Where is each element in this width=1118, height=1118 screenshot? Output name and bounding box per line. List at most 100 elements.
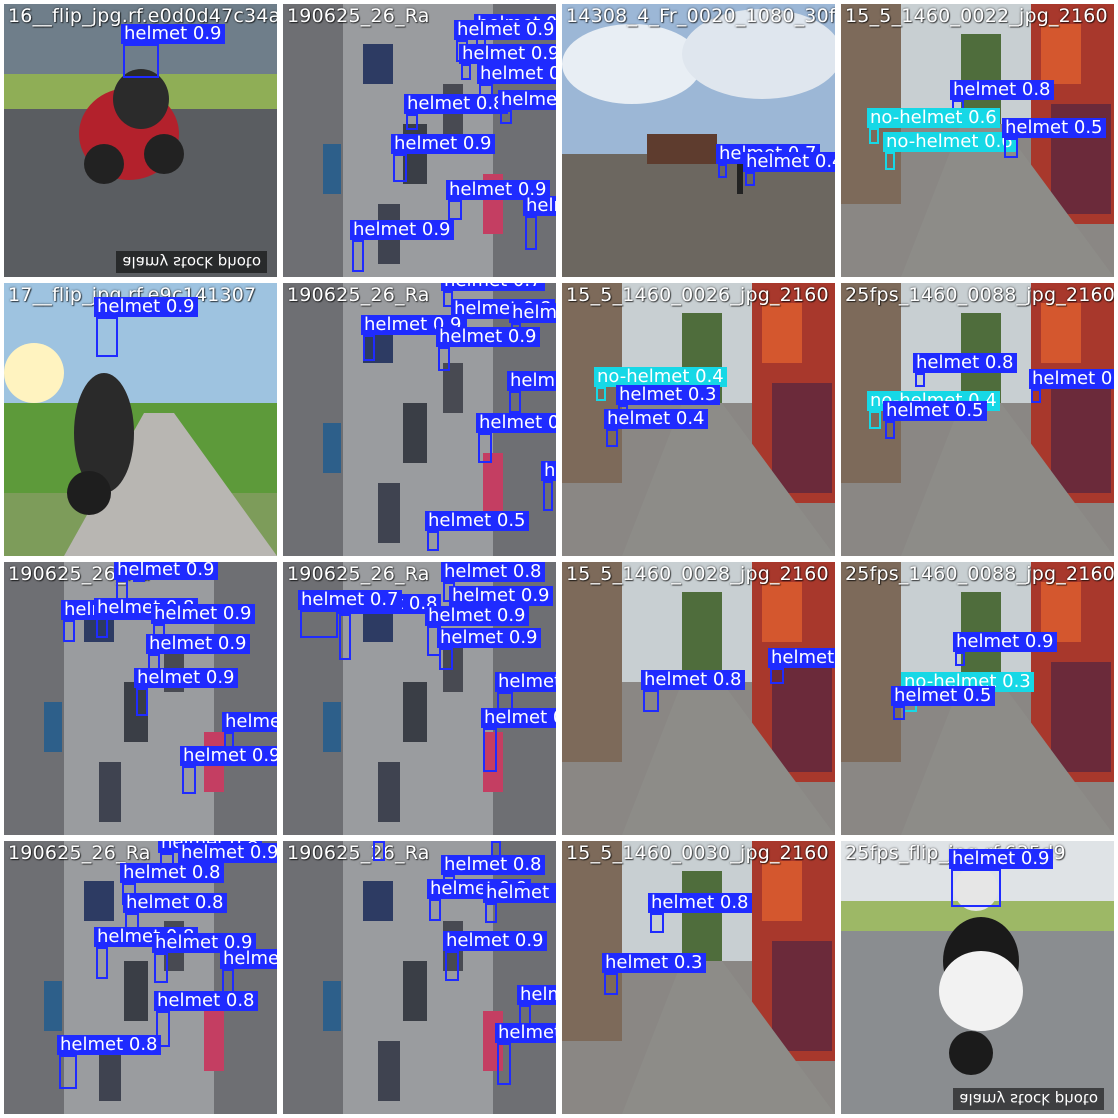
helmet-detection: helmet 0.5 — [425, 511, 529, 551]
detection-box — [885, 421, 895, 439]
detection-label: helmet 0.9 — [350, 220, 454, 240]
detection-label: helmet 0.8 — [641, 670, 745, 690]
result-tile[interactable]: 15_5_1460_0026_jpg_2160 no-helmet 0.4 helm… — [562, 283, 835, 556]
detection-label: helmet 0.3 — [602, 953, 706, 973]
detection-box — [643, 690, 659, 712]
stock-watermark: alamy stock photo — [953, 1088, 1104, 1110]
result-tile[interactable]: 25fps_1460_0088_jpg_2160 helmet 0.8 helmet… — [841, 283, 1114, 556]
tile-filename: 190625_26_Ra — [287, 842, 430, 864]
detection-label: helmet 0.8 — [441, 855, 545, 875]
detection-box — [406, 114, 418, 130]
detection-label: helmet 0.8 — [495, 1023, 556, 1043]
result-tile[interactable]: 190625_26_Rahelmet 0.8helmet 0.9helmet 0… — [283, 562, 556, 835]
helmet-detection: helmet 0.5 — [891, 686, 995, 720]
detection-label: helmet 0.9 — [146, 634, 250, 654]
result-tile[interactable]: 25fps_1460_0088_jpg_2160 helmet 0.9 no-hel… — [841, 562, 1114, 835]
helmet-detection: helmet 0.9 — [134, 668, 238, 716]
result-tile[interactable]: 16__flip_jpg.rf.e0d0d47c34a alamy stock p… — [4, 4, 277, 277]
result-tile[interactable]: 15_5_1460_0028_jpg_2160 helmet 0.8 helmet … — [562, 562, 835, 835]
detection-box — [136, 688, 148, 716]
result-tile[interactable]: 190625_26_Rahelmet 0.8helmet 0.9helmet 0… — [4, 562, 277, 835]
result-tile[interactable]: 190625_26_Rahelmet 0.8helmet 0.9helmet 0… — [283, 4, 556, 277]
tile-filename: 190625_26_Ra — [8, 842, 151, 864]
detection-box — [485, 903, 497, 923]
helmet-detection: helmet 0.9 — [523, 196, 556, 250]
tile-filename: 190625_26_Ra — [287, 563, 430, 585]
helmet-detection: helmet 0.8 — [498, 90, 556, 124]
detection-label: helmet 0.3 — [616, 385, 720, 405]
detection-results-grid: 16__flip_jpg.rf.e0d0d47c34a alamy stock p… — [0, 0, 1118, 1118]
detection-label: helmet 0.9 — [391, 134, 495, 154]
detection-label: helmet 0.8 — [120, 863, 224, 883]
stock-watermark: alamy stock photo — [116, 251, 267, 273]
detection-box — [596, 387, 606, 401]
helmet-detection: helmet 0.9 — [94, 297, 198, 357]
result-tile[interactable]: 17__flip_jpg.rf.e9c141307 helmet 0.9 — [4, 283, 277, 556]
detection-box — [373, 841, 385, 861]
detection-box — [951, 869, 1001, 907]
detection-label: helmet 0.5 — [891, 686, 995, 706]
detection-box — [770, 668, 784, 684]
helmet-detection: helmet 0.8 — [495, 1023, 556, 1085]
detection-label: helmet 0.9 — [437, 628, 541, 648]
detection-label: helmet 0.9 — [436, 327, 540, 347]
detection-label: helmet 0.9 — [523, 196, 556, 216]
detection-box — [439, 648, 453, 670]
detection-box — [154, 953, 168, 983]
scene-image — [562, 562, 835, 835]
no-helmet-detection: no-helmet 0.6 — [883, 132, 1016, 170]
detection-label: helmet 0.8 — [483, 883, 556, 903]
detection-box — [300, 610, 338, 638]
detection-box — [483, 728, 497, 772]
no-helmet-detection: no-helmet 0.6 — [867, 108, 1000, 144]
detection-label: helmet 0.5 — [425, 511, 529, 531]
helmet-detection: helmet 0.8 — [913, 353, 1017, 387]
helmet-detection: helmet 0.8 — [373, 841, 385, 861]
helmet-detection: helmet 0.7 — [298, 590, 402, 638]
helmet-detection: helmet 0.9 — [391, 134, 495, 182]
detection-label: helmet 0.9 — [425, 606, 529, 626]
helmet-detection: helmet 0.9 — [476, 413, 556, 463]
helmet-detection: helmet 0.8 — [94, 927, 198, 979]
detection-label: no-helmet 0.6 — [883, 132, 1016, 152]
result-tile[interactable]: 190625_26_Rahelmet 0.8helmet 0.9helmet 0… — [4, 841, 277, 1114]
detection-label: helmet 0.9 — [222, 712, 277, 732]
detection-label: helmet 0.5 — [1029, 369, 1114, 389]
helmet-detection: helmet 0.9 — [507, 371, 556, 413]
detection-label: helmet 0.3 — [768, 648, 835, 668]
result-tile[interactable]: 14308_4_Fr_0020_1080_30fpshelmet 0.7helm… — [562, 4, 835, 277]
result-tile[interactable]: 190625_26_Rahelmet 0.7helmet 0.8helmet 0… — [283, 283, 556, 556]
detection-label: helmet 0.9 — [114, 562, 218, 580]
helmet-detection: helmet 0.9 — [953, 632, 1057, 666]
detection-label: helmet 0.9 — [121, 24, 225, 44]
detection-box — [461, 64, 471, 80]
detection-label: helmet 0.8 — [498, 90, 556, 110]
detection-box — [427, 531, 439, 551]
detection-box — [650, 913, 664, 933]
detection-box — [123, 44, 159, 78]
detection-label: helmet 0.8 — [481, 708, 556, 728]
detection-box — [1004, 138, 1018, 158]
detection-box — [745, 172, 755, 186]
helmet-detection: helmet 0.5 — [883, 401, 987, 439]
helmet-detection: helmet 0.8 — [61, 600, 165, 642]
helmet-detection: helmet 0.4 — [604, 409, 708, 447]
no-helmet-detection: no-helmet 0.4 — [594, 367, 727, 401]
helmet-detection: helmet 0.8 — [648, 893, 752, 933]
helmet-detection: helmet 0.3 — [602, 953, 706, 995]
helmet-detection: helmet 0.8 — [94, 598, 198, 638]
result-tile[interactable]: 190625_26_Rahelmet 0.8helmet 0.7helmet 0… — [283, 841, 556, 1114]
helmet-detection: helmet 0.3 — [768, 648, 835, 684]
detection-label: helmet 0.8 — [913, 353, 1017, 373]
helmet-detection: helmet 0.9 — [350, 220, 454, 272]
detection-box — [96, 947, 108, 979]
detection-label: helmet 0.9 — [507, 371, 556, 391]
result-tile[interactable]: 15_5_1460_0030_jpg_2160 helmet 0.8 helmet … — [562, 841, 835, 1114]
result-tile[interactable]: 15_5_1460_0022_jpg_2160 helmet 0.8 no-helm… — [841, 4, 1114, 277]
helmet-detection: helmet 0.9 — [459, 44, 556, 80]
scene-image — [562, 841, 835, 1114]
helmet-detection: helmet 0.8 — [57, 1035, 161, 1089]
helmet-detection: helmet 0.5 — [1029, 369, 1114, 403]
helmet-detection: helmet 0.9 — [425, 606, 529, 656]
result-tile[interactable]: 25fps_flip_jpg.rf.635d9alamy stock photo… — [841, 841, 1114, 1114]
